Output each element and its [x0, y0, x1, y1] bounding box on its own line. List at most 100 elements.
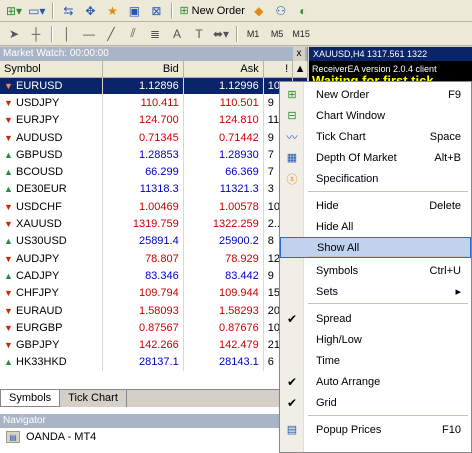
arrow-down-icon: ▼ — [4, 340, 13, 351]
vertical-line-icon[interactable]: │ — [57, 25, 77, 43]
data-window-icon[interactable]: ✥ — [80, 2, 100, 20]
toolbar-separator — [51, 25, 52, 42]
bid-cell: 1319.759 — [102, 215, 184, 233]
crosshair-icon[interactable]: ┼ — [26, 25, 46, 43]
tab-tick-chart[interactable]: Tick Chart — [60, 390, 127, 407]
text-label-icon[interactable]: T — [189, 25, 209, 43]
menu-item-spread[interactable]: ✔ Spread — [280, 308, 471, 329]
ask-cell: 25900.2 — [183, 232, 264, 250]
symbol-cell: ▼ EURGBP — [0, 319, 103, 337]
text-icon[interactable]: A — [167, 25, 187, 43]
market-watch-icon[interactable]: ⇆ — [58, 2, 78, 20]
menu-item-time[interactable]: Time — [280, 350, 471, 371]
checkmark-icon: ✔ — [286, 395, 298, 410]
strategy-tester-icon[interactable]: ⊠ — [146, 2, 166, 20]
table-row[interactable]: ▼ USDJPY 110.411 110.501 9 — [0, 94, 308, 112]
table-row[interactable]: ▲ DE30EUR 11318.3 11321.3 3 — [0, 180, 308, 199]
cursor-icon[interactable]: ➤ — [4, 25, 24, 43]
ask-cell: 1322.259 — [183, 215, 264, 233]
navigator-icon[interactable]: ★ — [102, 2, 122, 20]
menu-item-auto-arrange[interactable]: ✔ Auto Arrange — [280, 371, 471, 392]
column-header-ask[interactable]: Ask — [183, 61, 264, 78]
symbol-cell: ▼ USDCHF — [0, 198, 103, 216]
menu-item-label: Show All — [317, 241, 360, 254]
close-icon[interactable]: x — [293, 47, 305, 61]
table-row[interactable]: ▼ USDCHF 1.00469 1.00578 10 — [0, 198, 308, 216]
symbol-name: EURAUD — [16, 304, 63, 317]
tab-symbols[interactable]: Symbols — [0, 390, 61, 407]
menu-item-icon-slot: ⓢ — [280, 171, 304, 187]
scroll-up-button[interactable]: ▲ — [292, 61, 308, 78]
menu-separator — [308, 256, 468, 257]
table-row[interactable]: ▲ GBPUSD 1.28853 1.28930 7 — [0, 146, 308, 164]
bid-cell: 83.346 — [102, 267, 184, 285]
menu-item-label: Hide — [316, 199, 339, 212]
menu-item-hide[interactable]: Hide Delete — [280, 195, 471, 216]
table-row[interactable]: ▼ GBPJPY 142.266 142.479 21 — [0, 336, 308, 354]
profiles-icon[interactable]: ▭▾ — [26, 2, 47, 20]
table-row[interactable]: ▼ EURJPY 124.700 124.810 11 — [0, 111, 308, 129]
bid-cell: 28137.1 — [102, 353, 184, 372]
terminal-icon[interactable]: ▣ — [124, 2, 144, 20]
column-header-symbol[interactable]: Symbol — [0, 61, 103, 78]
symbol-cell: ▼ AUDJPY — [0, 249, 103, 268]
menu-item-high-low[interactable]: High/Low — [280, 329, 471, 350]
symbol-name: DE30EUR — [16, 183, 67, 196]
metaeditor-icon[interactable]: ◆ — [249, 2, 269, 20]
menu-item-symbols[interactable]: Symbols Ctrl+U — [280, 260, 471, 281]
timeframe-m1[interactable]: M1 — [242, 25, 264, 43]
bid-cell: 109.794 — [102, 284, 184, 302]
arrows-icon[interactable]: ⬌▾ — [211, 25, 231, 43]
menu-item-hide-all[interactable]: Hide All — [280, 216, 471, 237]
menu-item-tick-chart[interactable]: 〰 Tick Chart Space — [280, 126, 471, 147]
ask-cell: 66.369 — [183, 163, 264, 181]
arrow-down-icon: ▼ — [4, 132, 13, 143]
menu-item-grid[interactable]: ✔ Grid — [280, 392, 471, 413]
arrow-up-icon: ▲ — [4, 270, 13, 281]
horizontal-line-icon[interactable]: — — [79, 25, 99, 43]
menu-item-new-order[interactable]: ⊞ New Order F9 — [280, 84, 471, 105]
new-order-button[interactable]: ⊞ New Order — [177, 2, 246, 20]
timeframe-m5[interactable]: M5 — [266, 25, 288, 43]
table-row[interactable]: ▼ EURAUD 1.58093 1.58293 20 — [0, 301, 308, 320]
column-header-spread[interactable]: ! — [263, 61, 294, 78]
menu-item-chart-window[interactable]: ⊟ Chart Window — [280, 105, 471, 126]
channel-icon[interactable]: ⫽ — [123, 25, 143, 43]
new-chart-icon[interactable]: ⊞▾ — [4, 2, 24, 20]
autotrading-icon[interactable]: ◐ — [293, 2, 313, 20]
menu-item-show-all[interactable]: Show All — [280, 237, 471, 258]
market-watch-panel: Market Watch: 00:00:00 x Symbol Bid Ask … — [0, 47, 308, 414]
column-header-bid[interactable]: Bid — [102, 61, 184, 78]
table-row[interactable]: ▼ AUDJPY 78.807 78.929 12 — [0, 249, 308, 268]
options-icon[interactable]: ⚇ — [271, 2, 291, 20]
menu-item-depth-of-market[interactable]: ▦ Depth Of Market Alt+B — [280, 147, 471, 168]
table-row[interactable]: ▲ BCOUSD 66.299 66.369 7 — [0, 163, 308, 181]
menu-item-specification[interactable]: ⓢ Specification — [280, 168, 471, 189]
symbol-name: BCOUSD — [16, 166, 64, 179]
popup-prices-icon: ▤ — [286, 424, 298, 436]
bid-cell: 124.700 — [102, 111, 184, 129]
ask-cell: 1.58293 — [183, 301, 264, 320]
table-row[interactable]: ▼ AUDUSD 0.71345 0.71442 9 — [0, 128, 308, 147]
ask-cell: 1.00578 — [183, 198, 264, 216]
table-row[interactable]: ▲ HK33HKD 28137.1 28143.1 6 — [0, 353, 308, 372]
table-row[interactable]: ▼ EURGBP 0.87567 0.87676 10 — [0, 319, 308, 337]
navigator-item-account[interactable]: ▤ OANDA - MT4 — [0, 428, 308, 446]
menu-item-label: Popup Prices — [316, 423, 382, 436]
table-row[interactable]: ▼ XAUUSD 1319.759 1322.259 2.. — [0, 215, 308, 233]
trendline-icon[interactable]: ╱ — [101, 25, 121, 43]
timeframe-m15[interactable]: M15 — [290, 25, 312, 43]
menu-item-shortcut: Alt+B — [434, 151, 461, 164]
table-row[interactable]: ▼ CHFJPY 109.794 109.944 15 — [0, 284, 308, 302]
table-row[interactable]: ▼ EURUSD 1.12896 1.12996 100 — [0, 77, 308, 95]
table-row[interactable]: ▲ US30USD 25891.4 25900.2 8 — [0, 232, 308, 250]
chart-title: XAUUSD,H4 1317.561 1322 — [313, 49, 428, 59]
menu-item-popup-prices[interactable]: ▤ Popup Prices F10 — [280, 419, 471, 440]
table-row[interactable]: ▲ CADJPY 83.346 83.442 9 — [0, 267, 308, 285]
fibonacci-icon[interactable]: ≣ — [145, 25, 165, 43]
toolbar-separator — [52, 2, 54, 19]
menu-item-sets[interactable]: Sets ▸ — [280, 281, 471, 302]
menu-item-shortcut: F10 — [442, 423, 461, 436]
bid-cell: 0.71345 — [102, 128, 184, 147]
tick-chart-icon: 〰 — [286, 131, 298, 144]
